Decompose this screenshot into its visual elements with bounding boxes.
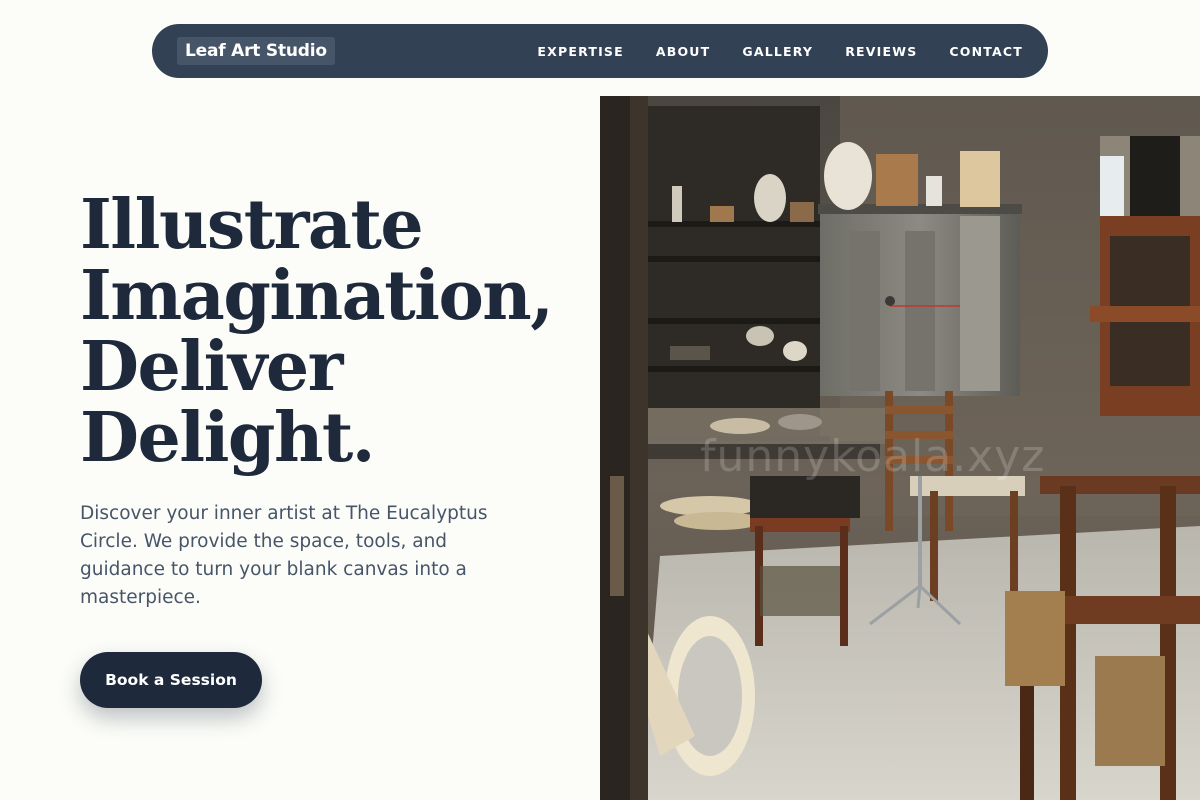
nav-item-about[interactable]: ABOUT [656, 44, 711, 59]
hero-studio-photo: funnykoala.xyz [600, 96, 1200, 800]
photo-watermark: funnykoala.xyz [700, 431, 1046, 482]
top-nav: Leaf Art Studio EXPERTISE ABOUT GALLERY … [152, 24, 1048, 78]
nav-menu: EXPERTISE ABOUT GALLERY REVIEWS CONTACT [537, 44, 1023, 59]
headline-line-1: Illustrate [80, 185, 424, 265]
nav-item-expertise[interactable]: EXPERTISE [537, 44, 623, 59]
brand-logo[interactable]: Leaf Art Studio [177, 37, 335, 65]
headline-line-4: Delight. [80, 398, 375, 478]
nav-item-gallery[interactable]: GALLERY [742, 44, 813, 59]
headline-line-3: Deliver [80, 327, 344, 407]
nav-item-contact[interactable]: CONTACT [949, 44, 1023, 59]
hero-lead-text: Discover your inner artist at The Eucaly… [80, 503, 488, 608]
hero-headline: Illustrate Imagination, Deliver Delight. [80, 190, 580, 474]
headline-line-2: Imagination, [80, 256, 554, 336]
nav-item-reviews[interactable]: REVIEWS [845, 44, 917, 59]
book-session-button[interactable]: Book a Session [80, 652, 262, 708]
